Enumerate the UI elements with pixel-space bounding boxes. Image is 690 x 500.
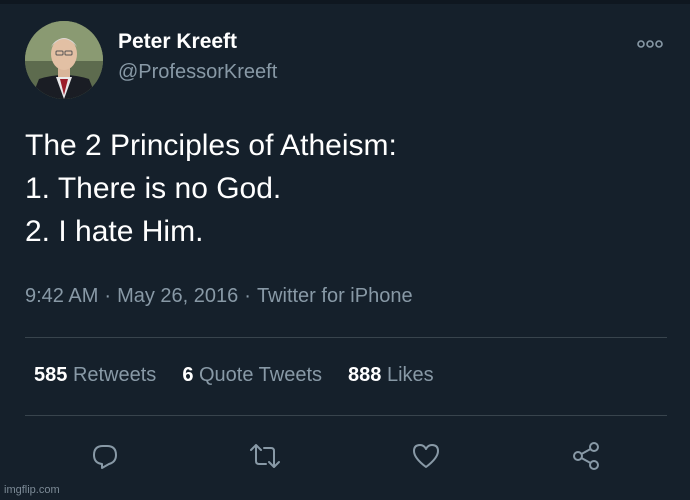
quotes-stat[interactable]: 6 Quote Tweets xyxy=(182,364,322,387)
divider xyxy=(25,415,667,416)
reply-icon xyxy=(93,445,117,469)
retweet-button[interactable] xyxy=(249,440,281,472)
quotes-count: 6 xyxy=(182,364,194,386)
tweet-stats: 585 Retweets 6 Quote Tweets 888 Likes xyxy=(34,364,460,387)
quotes-label: Quote Tweets xyxy=(199,364,323,386)
more-options-icon[interactable] xyxy=(637,36,663,48)
like-icon xyxy=(413,444,439,468)
author-handle[interactable]: @ProfessorKreeft xyxy=(118,61,277,84)
like-button[interactable] xyxy=(410,440,442,472)
watermark: imgflip.com xyxy=(4,484,60,496)
tweet-line: 2. I hate Him. xyxy=(25,215,204,248)
tweet-time[interactable]: 9:42 AM xyxy=(25,285,98,308)
share-button[interactable] xyxy=(570,440,602,472)
avatar[interactable] xyxy=(25,21,103,99)
retweets-label: Retweets xyxy=(72,364,157,386)
divider xyxy=(25,337,667,338)
tweet-text: The 2 Principles of Atheism: 1. There is… xyxy=(25,124,397,253)
meta-separator: · xyxy=(244,285,251,307)
likes-count: 888 xyxy=(348,364,382,386)
share-icon xyxy=(573,442,599,470)
author-name[interactable]: Peter Kreeft xyxy=(118,30,237,54)
likes-label: Likes xyxy=(386,364,434,386)
avatar-portrait xyxy=(25,21,103,99)
tweet-meta: 9:42 AM · May 26, 2016 · Twitter for iPhone xyxy=(25,285,413,308)
tweet-card: Peter Kreeft @ProfessorKreeft The 2 Prin… xyxy=(0,0,690,500)
retweets-count: 585 xyxy=(34,364,68,386)
tweet-date[interactable]: May 26, 2016 xyxy=(117,285,238,308)
reply-button[interactable] xyxy=(89,440,121,472)
likes-stat[interactable]: 888 Likes xyxy=(348,364,434,387)
retweets-stat[interactable]: 585 Retweets xyxy=(34,364,156,387)
retweet-icon xyxy=(250,444,280,468)
tweet-line: 1. There is no God. xyxy=(25,172,282,205)
tweet-line: The 2 Principles of Atheism: xyxy=(25,129,397,162)
tweet-source[interactable]: Twitter for iPhone xyxy=(257,285,413,308)
meta-separator: · xyxy=(104,285,112,307)
